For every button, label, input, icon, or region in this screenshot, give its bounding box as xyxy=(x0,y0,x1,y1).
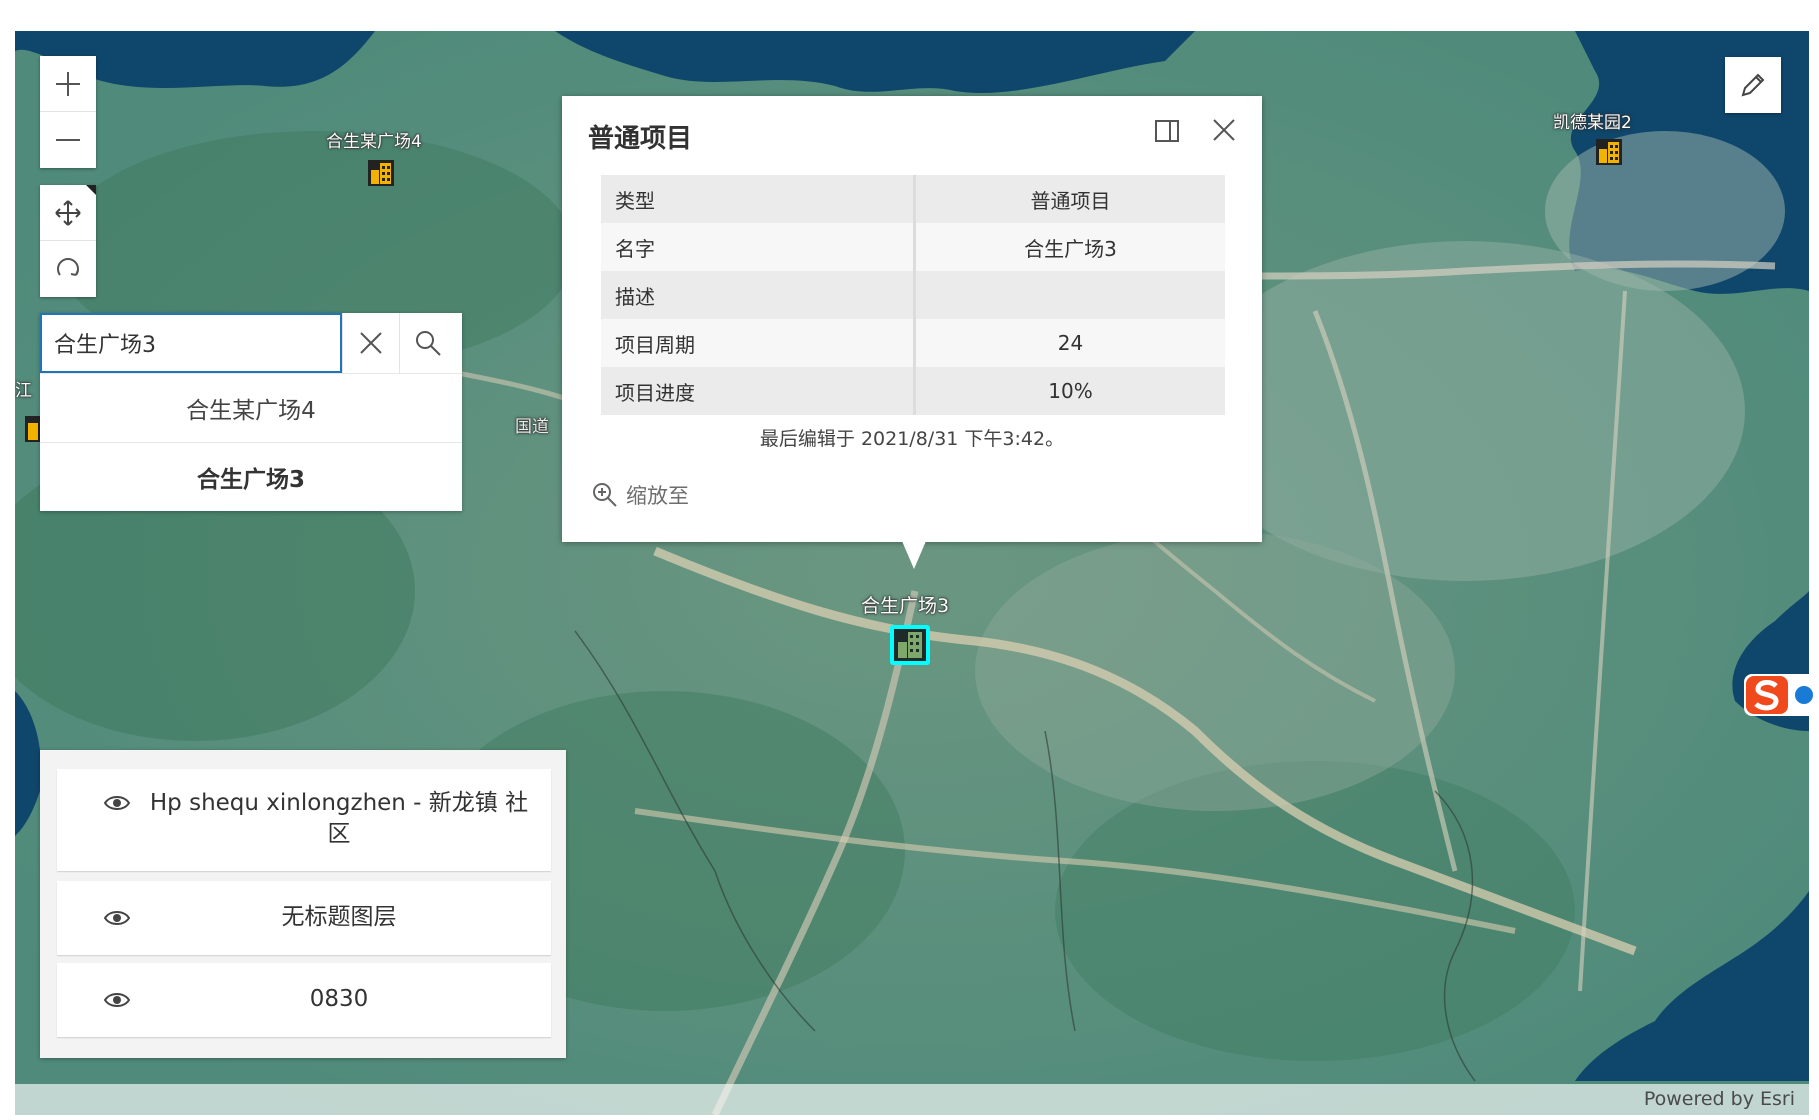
clear-search-button[interactable] xyxy=(342,313,399,373)
dock-icon xyxy=(1155,120,1179,142)
zoom-to-label: 缩放至 xyxy=(626,484,689,508)
zoom-out-button[interactable] xyxy=(40,112,96,168)
ime-sogou-icon[interactable] xyxy=(1742,672,1819,718)
rotate-button[interactable] xyxy=(40,241,96,297)
layer-title: 无标题图层 xyxy=(281,904,397,930)
eye-icon[interactable] xyxy=(103,908,131,928)
zoom-controls xyxy=(40,56,96,168)
suggestion-item[interactable]: 合生某广场4 xyxy=(40,374,462,443)
zoom-to-action[interactable]: 缩放至 xyxy=(592,480,689,510)
close-icon xyxy=(360,332,382,354)
building-icon[interactable] xyxy=(1595,138,1623,170)
field-name: 类型 xyxy=(601,175,916,223)
field-name: 描述 xyxy=(601,271,916,319)
pan-icon xyxy=(55,199,81,226)
field-value: 合生广场3 xyxy=(1024,236,1117,261)
layer-title: Hp shequ xinlongzhen - 新龙镇 社区 xyxy=(149,790,529,847)
building-icon[interactable] xyxy=(367,159,395,191)
close-popup-button[interactable] xyxy=(1210,116,1238,144)
layer-item[interactable]: 无标题图层 xyxy=(57,881,551,955)
layer-item[interactable]: 0830 xyxy=(57,963,551,1037)
zoom-in-icon xyxy=(56,71,80,96)
feature-popup: 普通项目 类型 普通项目 名字 合生广场3 描述 项目周期 24 项目进度 10% 最后… xyxy=(562,96,1262,542)
field-value: 10% xyxy=(1048,379,1093,403)
field-value: 24 xyxy=(1057,331,1084,355)
map-label-edge: 江 xyxy=(15,381,32,401)
map-label-kaide-garden-2: 凯德某园2 xyxy=(1553,113,1632,133)
search-input[interactable] xyxy=(40,313,342,373)
zoom-out-icon xyxy=(56,139,80,141)
table-row: 类型 普通项目 xyxy=(601,175,1225,223)
popup-pointer xyxy=(902,541,926,569)
layer-title: 0830 xyxy=(309,986,369,1012)
zoom-to-icon xyxy=(593,483,617,507)
attribution-bar: Powered by Esri xyxy=(15,1084,1809,1115)
map-label-hesheng-plaza-4: 合生某广场4 xyxy=(326,132,422,152)
attribution-text: Powered by Esri xyxy=(1643,1088,1795,1110)
layer-list: Hp shequ xinlongzhen - 新龙镇 社区 无标题图层 0830 xyxy=(40,750,566,1058)
dock-button[interactable] xyxy=(1154,118,1180,144)
last-edited-info: 最后编辑于 2021/8/31 下午3:42。 xyxy=(759,428,1065,450)
edit-button[interactable] xyxy=(1725,57,1781,113)
pan-button[interactable] xyxy=(40,185,96,241)
zoom-in-button[interactable] xyxy=(40,56,96,112)
layer-item[interactable]: Hp shequ xinlongzhen - 新龙镇 社区 xyxy=(57,769,551,871)
field-value: 普通项目 xyxy=(1030,188,1111,213)
table-row: 名字 合生广场3 xyxy=(601,223,1225,271)
rotate-icon xyxy=(57,258,79,276)
field-name: 名字 xyxy=(601,223,916,271)
close-icon xyxy=(1213,119,1235,141)
attribute-table: 类型 普通项目 名字 合生广场3 描述 项目周期 24 项目进度 10% xyxy=(601,175,1225,415)
eye-icon[interactable] xyxy=(103,990,131,1010)
search-icon xyxy=(416,331,441,356)
suggestion-item[interactable]: 合生广场3 xyxy=(40,443,462,511)
building-icon[interactable] xyxy=(25,415,41,447)
table-row: 描述 xyxy=(601,271,1225,319)
pencil-icon xyxy=(1741,73,1765,97)
field-name: 项目进度 xyxy=(601,367,916,415)
table-row: 项目周期 24 xyxy=(601,319,1225,367)
search-button[interactable] xyxy=(399,313,456,373)
table-row: 项目进度 10% xyxy=(601,367,1225,415)
map-label-national-road: 国道 xyxy=(515,417,549,437)
search-suggestions: 合生某广场4 合生广场3 xyxy=(40,373,462,511)
field-value xyxy=(915,271,1226,319)
popup-title: 普通项目 xyxy=(588,124,693,154)
map-label-hesheng-plaza-3: 合生广场3 xyxy=(861,595,950,617)
navigation-controls xyxy=(40,185,96,297)
search-widget: 合生某广场4 合生广场3 xyxy=(40,313,462,511)
building-icon-selected[interactable] xyxy=(888,623,932,671)
field-name: 项目周期 xyxy=(601,319,916,367)
eye-icon[interactable] xyxy=(103,793,131,813)
